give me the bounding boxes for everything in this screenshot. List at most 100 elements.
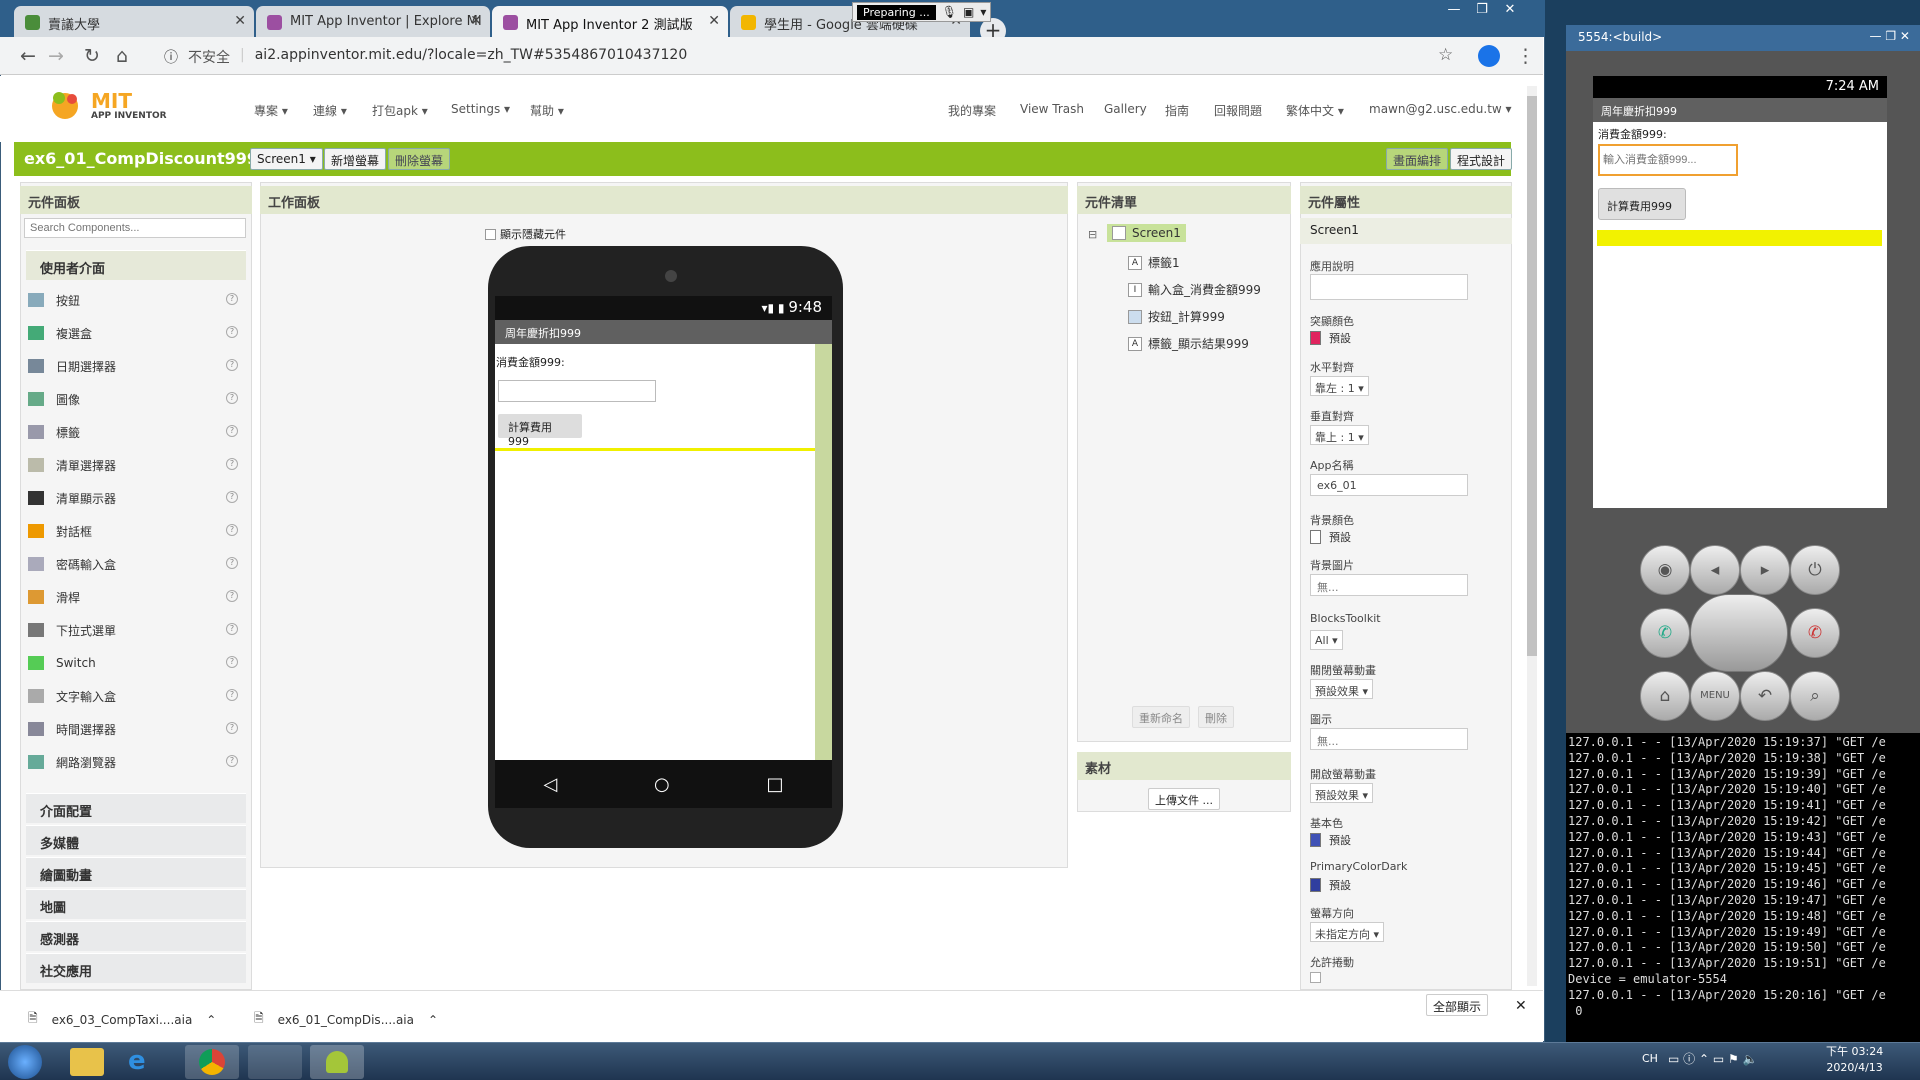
help-icon[interactable]: ? [226, 524, 238, 536]
palette-item[interactable]: 清單選擇器? [28, 453, 238, 477]
prop-halign-select[interactable]: 靠左 : 1 ▾ [1310, 376, 1369, 396]
prop-toolkit-select[interactable]: All ▾ [1310, 630, 1343, 650]
prop-scroll-checkbox[interactable] [1310, 972, 1321, 983]
category-sensors[interactable]: 感測器 [26, 921, 246, 951]
language-indicator[interactable]: CH [1642, 1052, 1658, 1065]
palette-item[interactable]: 標籤? [28, 420, 238, 444]
download-item-1[interactable]: 🗎 ex6_03_CompTaxi....aia ⌃ [28, 1009, 216, 1030]
prop-primary-color[interactable]: 預設 [1310, 832, 1351, 848]
close-icon[interactable]: ✕ [1515, 998, 1527, 1014]
palette-item[interactable]: Switch? [28, 651, 238, 675]
prop-icon-input[interactable]: 無... [1310, 728, 1468, 750]
category-social[interactable]: 社交應用 [26, 953, 246, 983]
bookmark-star-icon[interactable]: ☆ [1438, 45, 1453, 65]
collapse-icon[interactable]: ⊟ [1088, 228, 1097, 241]
url-field[interactable]: ⓘ 不安全 | ai2.appinventor.mit.edu/?locale=… [152, 41, 1422, 71]
help-icon[interactable]: ? [226, 359, 238, 371]
end-call-icon[interactable]: ✆ [1790, 608, 1840, 658]
emulator-calc-button[interactable]: 計算費用999 [1598, 188, 1686, 220]
close-icon[interactable]: ✕ [708, 13, 720, 29]
page-scrollbar[interactable] [1527, 86, 1537, 986]
tree-item-result-label[interactable]: A 標籤_顯示結果999 [1128, 335, 1249, 352]
prop-appname-input[interactable]: ex6_01 [1310, 474, 1468, 496]
emulator-window-buttons[interactable]: — ❐ ✕ [1870, 29, 1910, 43]
back-icon[interactable]: ← [20, 45, 36, 67]
category-maps[interactable]: 地圖 [26, 889, 246, 919]
category-layout[interactable]: 介面配置 [26, 793, 246, 823]
menu-project[interactable]: 專案 ▾ [254, 102, 288, 119]
dpad[interactable] [1690, 594, 1788, 672]
volume-up-icon[interactable]: ▸ [1740, 545, 1790, 595]
prop-bgimage-input[interactable]: 無... [1310, 574, 1468, 596]
camera-icon[interactable]: ▣ [963, 5, 974, 19]
download-item-2[interactable]: 🗎 ex6_01_CompDis....aia ⌃ [254, 1009, 438, 1030]
category-drawing[interactable]: 繪圖動畫 [26, 857, 246, 887]
help-icon[interactable]: ? [226, 590, 238, 602]
chrome-taskbar-icon[interactable] [185, 1045, 239, 1079]
url-text[interactable]: ai2.appinventor.mit.edu/?locale=zh_TW#53… [255, 47, 688, 65]
viewer-label[interactable]: 消費金額999: [496, 354, 565, 370]
menu-language[interactable]: 繁体中文 ▾ [1286, 102, 1344, 119]
show-all-button[interactable]: 全部顯示 [1426, 994, 1489, 1016]
tree-item-button[interactable]: 按鈕_計算999 [1128, 308, 1225, 325]
prop-valign-select[interactable]: 靠上 : 1 ▾ [1310, 425, 1369, 445]
forward-icon[interactable]: → [48, 45, 64, 67]
help-icon[interactable]: ? [226, 293, 238, 305]
call-icon[interactable]: ✆ [1640, 608, 1690, 658]
explorer-icon[interactable] [70, 1048, 104, 1076]
terminal-taskbar-icon[interactable] [248, 1045, 302, 1079]
screen-select[interactable]: Screen1 ▾ [250, 148, 323, 170]
help-icon[interactable]: ? [226, 392, 238, 404]
dropdown-icon[interactable]: ▾ [980, 5, 986, 19]
tree-item-label1[interactable]: A 標籤1 [1128, 254, 1180, 271]
help-icon[interactable]: ? [226, 623, 238, 635]
chevron-up-icon[interactable]: ⌃ [428, 1013, 438, 1027]
back-icon[interactable]: ↶ [1740, 671, 1790, 721]
menu-help[interactable]: 幫助 ▾ [530, 102, 564, 119]
palette-item[interactable]: 清單顯示器? [28, 486, 238, 510]
palette-item[interactable]: 複選盒? [28, 321, 238, 345]
menu-guide[interactable]: 指南 [1165, 102, 1189, 119]
android-taskbar-icon[interactable] [310, 1045, 364, 1079]
tab-3-active[interactable]: MIT App Inventor 2 測試版 ✕ [492, 6, 728, 37]
search-components-input[interactable] [24, 218, 246, 238]
tray-icons[interactable]: ▭ ⓘ ⌃ ▭ ⚑ 🔈 [1668, 1050, 1758, 1067]
prop-openanim-select[interactable]: 預設效果 ▾ [1310, 783, 1374, 803]
mit-logo[interactable]: MIT APP INVENTOR [45, 88, 167, 124]
palette-item[interactable]: 密碼輸入盒? [28, 552, 238, 576]
help-icon[interactable]: ? [226, 326, 238, 338]
designer-button[interactable]: 畫面編排 [1386, 148, 1449, 170]
rename-button[interactable]: 重新命名 [1132, 706, 1190, 728]
home-icon[interactable]: ⌂ [1640, 671, 1690, 721]
tab-2[interactable]: MIT App Inventor | Explore MI ✕ [256, 6, 490, 37]
menu-build[interactable]: 打包apk ▾ [372, 102, 428, 119]
clock[interactable]: 下午 03:24 2020/4/13 [1826, 1044, 1883, 1076]
mic-icon[interactable]: 🎙 [942, 5, 957, 19]
tree-item-screen1[interactable]: Screen1 [1107, 224, 1186, 242]
help-icon[interactable]: ? [226, 656, 238, 668]
menu-my-projects[interactable]: 我的專案 [948, 102, 996, 119]
prop-closeanim-select[interactable]: 預設效果 ▾ [1310, 679, 1374, 699]
close-icon[interactable]: ✕ [234, 13, 246, 29]
checkbox[interactable] [485, 228, 496, 240]
start-button[interactable] [8, 1045, 42, 1079]
palette-item[interactable]: 網路瀏覽器? [28, 750, 238, 774]
tree-item-textbox[interactable]: I 輸入盒_消費金額999 [1128, 281, 1261, 298]
menu-dots-icon[interactable]: ⋮ [1516, 45, 1535, 67]
viewer-button[interactable]: 計算費用999 [498, 414, 582, 448]
power-icon[interactable]: ⏻ [1790, 545, 1840, 595]
scrollbar-thumb[interactable] [1527, 96, 1537, 656]
upload-file-button[interactable]: 上傳文件 ... [1148, 788, 1220, 810]
help-icon[interactable]: ? [226, 722, 238, 734]
minimize-icon[interactable]: — [1440, 0, 1468, 20]
menu-gallery[interactable]: Gallery [1104, 102, 1147, 116]
menu-settings[interactable]: Settings ▾ [451, 102, 510, 116]
menu-account[interactable]: mawn@g2.usc.edu.tw ▾ [1369, 102, 1512, 116]
prop-accent-color[interactable]: 預設 [1310, 330, 1351, 346]
home-icon[interactable]: ⌂ [116, 45, 128, 67]
reload-icon[interactable]: ↻ [84, 45, 100, 67]
viewer-result-label[interactable] [495, 448, 815, 451]
help-icon[interactable]: ? [226, 557, 238, 569]
palette-item[interactable]: 日期選擇器? [28, 354, 238, 378]
delete-button[interactable]: 刪除 [1198, 706, 1234, 728]
